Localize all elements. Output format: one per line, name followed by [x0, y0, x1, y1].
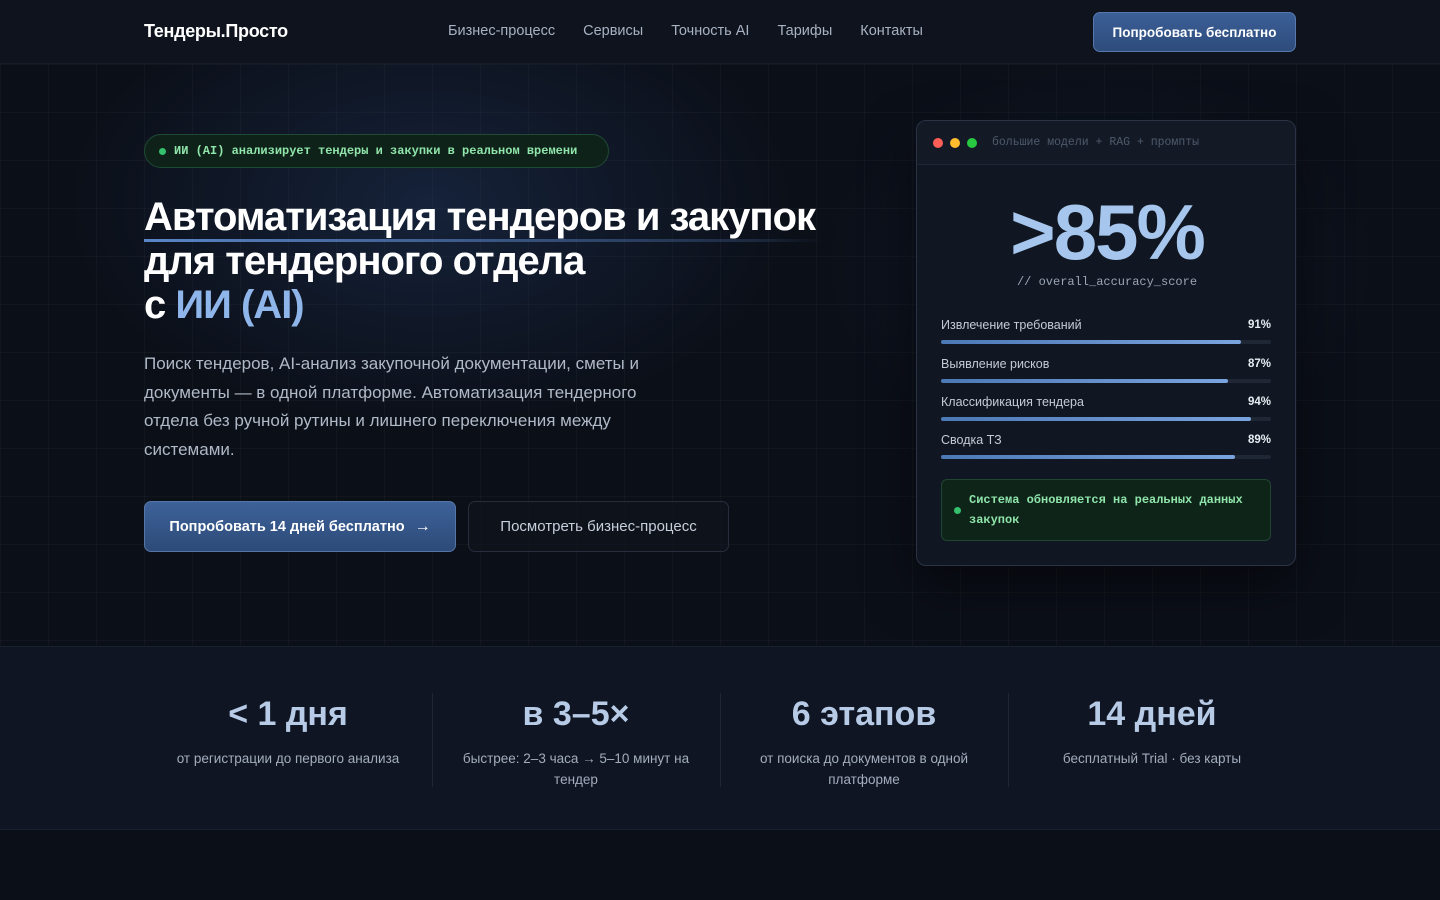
hero-subtitle: Поиск тендеров, AI-анализ закупочной док…: [144, 354, 639, 459]
hero-title-accent: ИИ (AI): [175, 283, 304, 327]
metric-classification: Классификация тендера 94%: [941, 395, 1271, 421]
metric-fill: [941, 455, 1235, 459]
nav-business-process[interactable]: Бизнес-процесс: [448, 23, 555, 39]
accuracy-caption: // overall_accuracy_score: [1016, 275, 1198, 289]
window-maximize-dot-icon: [967, 137, 977, 148]
stat-description: от поиска до документов в одной платформ…: [759, 751, 969, 787]
stat-description: от регистрации до первого анализа: [176, 751, 400, 766]
start-trial-button[interactable]: Попробовать 14 дней бесплатно →: [144, 501, 456, 552]
stat-item: 14 дней бесплатный Trial · без карты: [1008, 647, 1296, 831]
arrow-right-icon: →: [414, 517, 431, 535]
metric-value: 94%: [1247, 396, 1271, 408]
metric-risks: Выявление рисков 87%: [941, 357, 1271, 383]
metric-track: [941, 455, 1271, 459]
nav-pricing[interactable]: Тарифы: [777, 23, 832, 39]
card-caption: большие модели + RAG + промпты: [992, 136, 1200, 149]
metric-value: 91%: [1247, 319, 1271, 331]
hero-title-line2: для тендерного отдела: [144, 239, 585, 283]
stat-number: в 3–5×: [522, 695, 630, 733]
metric-summary: Сводка ТЗ 89%: [941, 433, 1271, 459]
metric-value: 87%: [1247, 358, 1271, 370]
hero-title-line1: Автоматизация тендеров и закупок: [144, 195, 816, 239]
metric-label: Сводка ТЗ: [941, 433, 1002, 447]
metric-track: [941, 417, 1271, 421]
view-process-button[interactable]: Посмотреть бизнес-процесс: [468, 501, 729, 552]
stat-number: < 1 дня: [228, 695, 348, 733]
hero-title: Автоматизация тендеров и закупок для тен…: [144, 195, 884, 327]
ai-badge: ИИ (AI) анализирует тендеры и закупки в …: [144, 134, 609, 168]
stat-item: < 1 дня от регистрации до первого анализ…: [144, 647, 432, 831]
stat-number: 6 этапов: [791, 695, 937, 733]
logo[interactable]: Тендеры.Просто: [144, 21, 288, 42]
metric-label: Извлечение требований: [941, 318, 1082, 332]
ai-badge-text: ИИ (AI) анализирует тендеры и закупки в …: [174, 144, 578, 158]
metric-label: Выявление рисков: [941, 357, 1050, 371]
metric-value: 89%: [1247, 434, 1271, 446]
metric-requirements: Извлечение требований 91%: [941, 318, 1271, 344]
metric-track: [941, 340, 1271, 344]
card-titlebar: большие модели + RAG + промпты: [917, 121, 1295, 165]
status-text: Система обновляется на реальных данных з…: [969, 493, 1243, 527]
metric-label: Классификация тендера: [941, 395, 1084, 409]
hero-title-prefix: с: [144, 283, 166, 327]
nav-ai-accuracy[interactable]: Точность AI: [671, 23, 749, 39]
accuracy-card: большие модели + RAG + промпты >85% // o…: [916, 120, 1296, 566]
nav-contacts[interactable]: Контакты: [860, 23, 923, 39]
metric-fill: [941, 340, 1242, 344]
site-header: Тендеры.Просто Бизнес-процесс Сервисы То…: [0, 0, 1440, 64]
accuracy-value: >85%: [1010, 188, 1206, 276]
start-trial-label: Попробовать 14 дней бесплатно: [169, 518, 405, 535]
stat-description: быстрее: 2–3 часа → 5–10 минут на тендер: [462, 751, 690, 787]
nav-services[interactable]: Сервисы: [583, 23, 643, 39]
metric-track: [941, 379, 1271, 383]
stat-number: 14 дней: [1087, 695, 1217, 733]
stat-item: 6 этапов от поиска до документов в одной…: [720, 647, 1008, 831]
stats-section: < 1 дня от регистрации до первого анализ…: [0, 646, 1440, 830]
live-dot-icon: [159, 147, 166, 155]
main-nav: Бизнес-процесс Сервисы Точность AI Тариф…: [448, 23, 923, 39]
stat-item: в 3–5× быстрее: 2–3 часа → 5–10 минут на…: [432, 647, 720, 831]
try-free-button[interactable]: Попробовать бесплатно: [1093, 12, 1296, 52]
window-minimize-dot-icon: [950, 137, 960, 148]
metric-fill: [941, 417, 1252, 421]
metric-fill: [941, 379, 1229, 383]
hero-title-line3: с ИИ (AI): [144, 283, 884, 327]
status-box: Система обновляется на реальных данных з…: [941, 479, 1271, 541]
stat-description: бесплатный Trial · без карты: [1062, 751, 1242, 766]
status-dot-icon: [954, 506, 961, 514]
window-close-dot-icon: [933, 137, 943, 148]
